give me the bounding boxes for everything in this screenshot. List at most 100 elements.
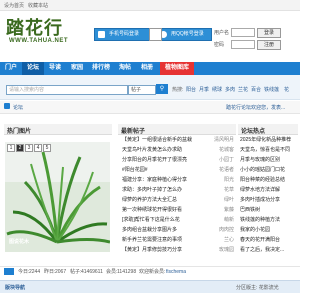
post-title[interactable]: 新手养兰花需要注意的事项 xyxy=(122,236,204,245)
list-item[interactable]: 巴西铁树 xyxy=(240,206,298,215)
qq-login-button[interactable]: 用QQ帐号登录 xyxy=(156,28,212,41)
list-item[interactable]: 求助：多肉叶子掉了怎么办 花草 xyxy=(122,186,234,195)
post-title[interactable]: 【黄定】一组很适合新手的盆栽 xyxy=(122,136,204,145)
post-author[interactable]: 小园丁 xyxy=(204,156,234,165)
nav-forum[interactable]: 论坛 xyxy=(22,62,44,75)
list-item[interactable]: 绿萝的养护方法大全汇总 绿叶 xyxy=(122,196,234,205)
nav-guide[interactable]: 导读 xyxy=(44,62,66,75)
stats-yesterday: 2067 xyxy=(55,269,67,275)
qq-login-label: 用QQ帐号登录 xyxy=(171,31,204,37)
list-item[interactable]: #阳台花园# 花语者 xyxy=(122,166,234,175)
section-nav-title[interactable]: 版块导航 xyxy=(5,284,25,291)
set-home-link[interactable]: 设为首页 xyxy=(4,2,24,9)
password-field[interactable] xyxy=(231,40,255,49)
slide-caption[interactable]: 图说花木 xyxy=(9,238,29,245)
post-title[interactable]: 【黄定】月季修剪技巧分享 xyxy=(122,246,204,255)
post-author[interactable]: 兰心 xyxy=(204,236,234,245)
list-item[interactable]: 阳台种菜的经验总结 xyxy=(240,176,298,185)
latest-posts-title: 最新帖子 xyxy=(121,129,146,135)
list-item[interactable]: 福建分享：家庭种植心得分享 阳光 xyxy=(122,176,234,185)
page-5[interactable]: 5 xyxy=(43,144,51,152)
register-button[interactable]: 注册 xyxy=(257,40,281,50)
list-item[interactable]: 多肉叶插成功分享 xyxy=(240,196,298,205)
mobile-login-button[interactable]: 手机号码登录 xyxy=(94,28,150,41)
forum-notice[interactable]: 踏花行论坛欢迎您，发表... xyxy=(226,104,285,111)
post-author[interactable]: 绿叶 xyxy=(204,196,234,205)
mobile-login-label: 手机号码登录 xyxy=(109,31,140,37)
nav-collection[interactable]: 淘帖 xyxy=(114,62,136,75)
list-item[interactable]: [求助]帮忙看下这是什么花 萌新 xyxy=(122,216,234,225)
password-label: 密码 xyxy=(214,42,225,48)
hot-tag[interactable]: 百合 xyxy=(251,86,261,93)
nav-plant-library[interactable]: 植物图库 xyxy=(160,62,194,75)
site-logo-url: WWW.TAHUA.NET xyxy=(9,38,69,44)
home-icon[interactable] xyxy=(4,103,10,109)
hot-tag[interactable]: 绣球 xyxy=(212,86,222,93)
post-title[interactable]: 分享阳台的月季花开了很漂亮 xyxy=(122,156,204,165)
list-item[interactable]: 多肉组合盆栽分享图片多 肉肉控 xyxy=(122,226,234,235)
slideshow-pager: 12345 xyxy=(7,144,52,152)
post-author[interactable]: 肉肉控 xyxy=(204,226,234,235)
nav-album[interactable]: 相册 xyxy=(136,62,158,75)
list-item[interactable]: 天堂鸟，惊喜也是不同 xyxy=(240,146,298,155)
stats-posts-label: 帖子: xyxy=(70,269,82,275)
nav-portal[interactable]: 门户 xyxy=(0,62,22,75)
page-1[interactable]: 1 xyxy=(7,144,15,152)
nav-ranking[interactable]: 排行榜 xyxy=(88,62,114,75)
hot-tag[interactable]: 月季 xyxy=(199,86,209,93)
latest-posts-header: 最新帖子 xyxy=(118,124,236,135)
list-item[interactable]: 我家的小花园 xyxy=(240,226,298,235)
post-author[interactable]: 花语者 xyxy=(204,166,234,175)
post-title[interactable]: [求助]帮忙看下这是什么花 xyxy=(122,216,204,225)
post-title[interactable]: #阳台花园# xyxy=(122,166,204,175)
stats-newest-member[interactable]: fischema xyxy=(166,267,186,277)
list-item[interactable]: 【黄定】月季修剪技巧分享 玫瑰园 xyxy=(122,246,234,255)
post-title[interactable]: 天堂鸟叶片发黄怎么办求助 xyxy=(122,146,204,155)
hot-pics-slideshow[interactable]: 12345 图说花木 xyxy=(5,142,110,252)
hot-tag[interactable]: 多肉 xyxy=(225,86,235,93)
nav-home[interactable]: 家园 xyxy=(66,62,88,75)
stats-icon xyxy=(4,268,14,275)
post-title[interactable]: 第一次种绣球花开得很好看 xyxy=(122,206,204,215)
search-button[interactable]: ⚲ xyxy=(156,84,168,94)
qr-code-icon[interactable] xyxy=(149,28,162,41)
search-type-select[interactable]: 帖子 xyxy=(128,85,156,95)
post-author[interactable]: 玫瑰园 xyxy=(204,246,234,255)
list-item[interactable]: 小小的瑶姑园门口花 xyxy=(240,166,298,175)
breadcrumb-forum[interactable]: 论坛 xyxy=(13,104,23,111)
list-item[interactable]: 铁线莲的种植方法 xyxy=(240,216,298,225)
post-title[interactable]: 多肉组合盆栽分享图片多 xyxy=(122,226,204,235)
list-item[interactable]: 分享阳台的月季花开了很漂亮 小园丁 xyxy=(122,156,234,165)
hot-tag[interactable]: 阳台 xyxy=(186,86,196,93)
list-item[interactable]: 2025年绿化新品种推荐 xyxy=(240,136,298,145)
hot-tag[interactable]: 兰花 xyxy=(238,86,248,93)
list-item[interactable]: 新手养兰花需要注意的事项 兰心 xyxy=(122,236,234,245)
post-author[interactable]: 花城客 xyxy=(204,146,234,155)
list-item[interactable]: 天堂鸟叶片发黄怎么办求助 花城客 xyxy=(122,146,234,155)
post-author[interactable]: 清风明月 xyxy=(204,136,234,145)
username-field[interactable] xyxy=(231,28,255,37)
list-item[interactable]: 第一次种绣球花开得很好看 紫藤 xyxy=(122,206,234,215)
post-author[interactable]: 紫藤 xyxy=(204,206,234,215)
post-title[interactable]: 绿萝的养护方法大全汇总 xyxy=(122,196,204,205)
post-title[interactable]: 福建分享：家庭种植心得分享 xyxy=(122,176,204,185)
hot-tag[interactable]: 铁线莲 xyxy=(264,86,279,93)
list-item[interactable]: 看了之后，我决定... xyxy=(240,246,298,255)
post-author[interactable]: 花草 xyxy=(204,186,234,195)
list-item[interactable]: 【黄定】一组很适合新手的盆栽 清风明月 xyxy=(122,136,234,145)
hot-pics-header: 热门图片 xyxy=(4,124,112,135)
post-title[interactable]: 求助：多肉叶子掉了怎么办 xyxy=(122,186,204,195)
post-author[interactable]: 萌新 xyxy=(204,216,234,225)
login-button[interactable]: 登录 xyxy=(257,28,281,38)
page-4[interactable]: 4 xyxy=(34,144,42,152)
page-2[interactable]: 2 xyxy=(16,144,24,152)
hot-tag[interactable]: 花 xyxy=(284,86,289,93)
site-logo[interactable]: 踏花行 xyxy=(6,14,63,40)
search-input[interactable]: 请输入搜索内容 xyxy=(6,85,128,95)
page-3[interactable]: 3 xyxy=(25,144,33,152)
list-item[interactable]: 绿萝水培方法详解 xyxy=(240,186,298,195)
post-author[interactable]: 阳光 xyxy=(204,176,234,185)
bookmark-link[interactable]: 收藏本站 xyxy=(28,2,48,9)
list-item[interactable]: 月季与玫瑰的区别 xyxy=(240,156,298,165)
list-item[interactable]: 春天的花开满阳台 xyxy=(240,236,298,245)
